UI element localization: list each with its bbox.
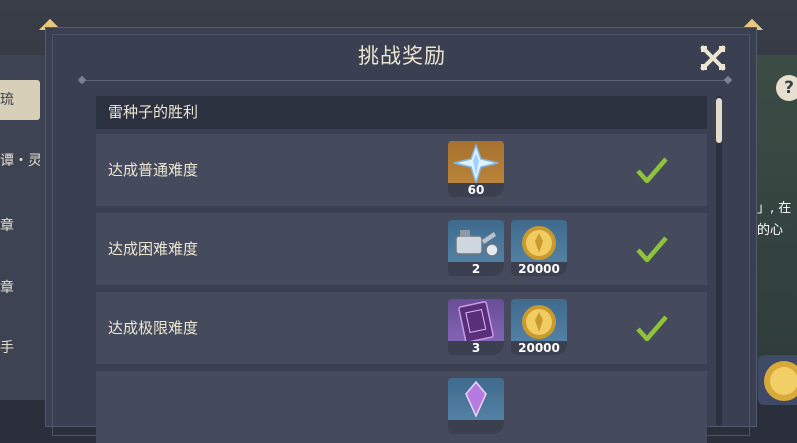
- watering-can-icon: [455, 230, 499, 257]
- scrollbar-thumb[interactable]: [716, 98, 722, 143]
- left-menu-item[interactable]: 手: [0, 337, 40, 357]
- background-coin-icon: [758, 355, 797, 405]
- reward-row: [96, 371, 707, 443]
- scrollbar[interactable]: [716, 96, 722, 426]
- left-menu-item-active[interactable]: 琉: [0, 80, 40, 120]
- mora-coin-icon: [522, 226, 556, 260]
- close-icon: [700, 45, 726, 71]
- checkmark-icon: [636, 236, 668, 263]
- difficulty-label: 达成极限难度: [108, 319, 199, 337]
- difficulty-label: 达成普通难度: [108, 161, 199, 179]
- left-menu-item[interactable]: 谭・灵: [0, 150, 40, 170]
- purple-crystal-icon: [465, 380, 487, 418]
- close-button[interactable]: [700, 45, 726, 71]
- checkmark-icon: [636, 157, 668, 184]
- challenge-rewards-dialog: 挑战奖励 雷种子的胜利 达成普通难度 60 达成困难难度 2 20000 达成极…: [45, 27, 757, 443]
- reward-quantity: 2: [448, 262, 504, 276]
- reward-item[interactable]: 60: [448, 141, 504, 197]
- reward-quantity: [448, 420, 504, 434]
- difficulty-label: 达成困难难度: [108, 240, 199, 258]
- section-header: 雷种子的胜利: [96, 96, 707, 129]
- reward-item[interactable]: [448, 378, 504, 434]
- checkmark-icon: [636, 315, 668, 342]
- help-button[interactable]: ?: [776, 75, 797, 101]
- reward-item[interactable]: 20000: [511, 220, 567, 276]
- dialog-title: 挑战奖励: [358, 44, 446, 68]
- left-menu-item[interactable]: 章: [0, 215, 40, 235]
- reward-item[interactable]: 3: [448, 299, 504, 355]
- reward-quantity: 20000: [511, 262, 567, 276]
- reward-quantity: 20000: [511, 341, 567, 355]
- background-left-menu: 琉 谭・灵 章 章 手: [0, 55, 45, 400]
- reward-quantity: 60: [448, 183, 504, 197]
- purple-book-icon: [458, 301, 494, 343]
- mora-coin-icon: [522, 305, 556, 339]
- background-text: 的心: [757, 223, 784, 238]
- reward-quantity: 3: [448, 341, 504, 355]
- reward-row: 达成困难难度 2 20000: [96, 213, 707, 285]
- title-divider: [84, 80, 728, 81]
- primogem-icon: [453, 142, 499, 185]
- reward-item[interactable]: 2: [448, 220, 504, 276]
- left-menu-item[interactable]: 章: [0, 277, 40, 297]
- reward-item[interactable]: 20000: [511, 299, 567, 355]
- reward-row: 达成极限难度 3 20000: [96, 292, 707, 364]
- background-text: 」, 在: [757, 201, 792, 216]
- reward-row: 达成普通难度 60: [96, 134, 707, 206]
